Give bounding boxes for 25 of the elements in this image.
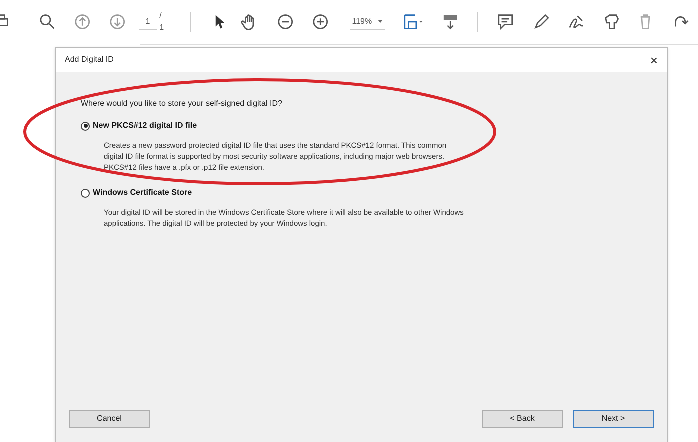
radio-option[interactable]: Windows Certificate Store xyxy=(81,187,192,199)
page-fit-icon[interactable] xyxy=(403,13,424,31)
radio-option[interactable]: New PKCS#12 digital ID file xyxy=(81,120,198,132)
tray-arrow-icon[interactable] xyxy=(442,13,460,31)
window-title: Add Digital ID xyxy=(65,54,114,66)
caret-icon xyxy=(378,20,384,23)
minus-circle-icon[interactable] xyxy=(276,13,294,31)
up-arrow-circle-icon[interactable] xyxy=(74,13,92,31)
zoom-dropdown[interactable]: 119% xyxy=(350,14,386,30)
question-text: Where would you like to store your self-signed digital ID? xyxy=(81,98,284,110)
page-field[interactable]: 1 xyxy=(139,14,157,30)
dialog-button[interactable]: < Back xyxy=(482,410,563,428)
pointer-icon[interactable] xyxy=(213,13,226,31)
pen-icon[interactable] xyxy=(532,13,550,31)
close-button[interactable]: × xyxy=(650,54,658,66)
radio-indicator[interactable] xyxy=(81,188,90,198)
signature-icon[interactable] xyxy=(568,13,586,31)
search-icon[interactable] xyxy=(38,13,56,31)
down-arrow-circle-icon[interactable] xyxy=(109,13,126,31)
comment-icon[interactable] xyxy=(497,13,515,31)
radio-indicator[interactable] xyxy=(81,122,90,130)
dialog-button[interactable]: Next > xyxy=(573,410,654,428)
dialog-button[interactable]: Cancel xyxy=(69,410,150,428)
page-total: / 1 xyxy=(160,10,166,34)
plus-circle-icon[interactable] xyxy=(312,13,330,31)
